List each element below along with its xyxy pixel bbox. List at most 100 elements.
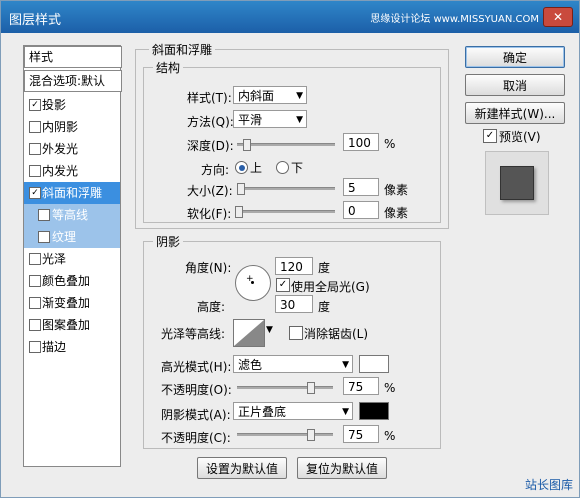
- soften-label: 软化(F):: [187, 207, 232, 221]
- checkbox-icon[interactable]: [29, 297, 41, 309]
- highlight-mode-select[interactable]: 滤色 ▼: [233, 355, 353, 373]
- title-bar[interactable]: 图层样式 思缘设计论坛 www.MISSYUAN.COM ✕: [1, 1, 579, 33]
- checkbox-icon[interactable]: [29, 275, 41, 287]
- style-item-contour[interactable]: 等高线: [24, 204, 120, 226]
- style-select[interactable]: 内斜面 ▼: [233, 86, 307, 104]
- shadow-mode-label: 阴影模式(A):: [161, 408, 231, 422]
- slider-thumb[interactable]: [307, 429, 315, 441]
- size-unit: 像素: [384, 183, 409, 197]
- angle-label: 角度(N):: [185, 261, 232, 275]
- shadow-mode-select[interactable]: 正片叠底 ▼: [233, 402, 353, 420]
- checkbox-icon[interactable]: [29, 253, 41, 265]
- size-field[interactable]: 5: [343, 178, 379, 196]
- blend-options-default[interactable]: 混合选项:默认: [24, 70, 122, 92]
- soften-slider[interactable]: [235, 206, 335, 218]
- direction-down-radio[interactable]: [276, 161, 289, 174]
- shadow-opacity-unit: %: [384, 429, 396, 443]
- structure-title: 结构: [153, 59, 184, 76]
- direction-up-label: 上: [250, 161, 263, 175]
- preview-thumbnail: [500, 166, 534, 200]
- direction-label: 方向:: [201, 163, 230, 177]
- checkbox-icon[interactable]: [38, 231, 50, 243]
- style-item-drop-shadow[interactable]: ✓ 投影: [24, 94, 120, 116]
- depth-unit: %: [384, 137, 396, 151]
- method-select[interactable]: 平滑 ▼: [233, 110, 307, 128]
- chevron-down-icon: ▼: [342, 360, 349, 370]
- checkbox-icon[interactable]: [29, 165, 41, 177]
- preview-checkbox[interactable]: ✓: [483, 129, 497, 143]
- style-item-gradient-overlay[interactable]: 渐变叠加: [24, 292, 120, 314]
- style-item-pattern-overlay[interactable]: 图案叠加: [24, 314, 120, 336]
- slider-thumb[interactable]: [307, 382, 315, 394]
- antialias-checkbox[interactable]: [289, 326, 303, 340]
- ok-button[interactable]: 确定: [465, 46, 565, 68]
- depth-label: 深度(D):: [187, 139, 234, 153]
- slider-thumb[interactable]: [235, 206, 243, 218]
- highlight-opacity-slider[interactable]: [237, 382, 333, 394]
- soften-unit: 像素: [384, 206, 409, 220]
- set-default-button[interactable]: 设置为默认值: [197, 457, 287, 479]
- style-item-bevel-emboss[interactable]: ✓ 斜面和浮雕: [24, 182, 120, 204]
- preview-label: 预览(V): [499, 130, 541, 144]
- cancel-button[interactable]: 取消: [465, 74, 565, 96]
- highlight-opacity-label: 不透明度(O):: [161, 383, 232, 397]
- layer-style-dialog: 图层样式 思缘设计论坛 www.MISSYUAN.COM ✕ 样式 混合选项:默…: [0, 0, 580, 498]
- watermark: 思缘设计论坛 www.MISSYUAN.COM: [370, 14, 539, 25]
- shadow-opacity-label: 不透明度(C):: [161, 431, 231, 445]
- slider-thumb[interactable]: [243, 139, 251, 151]
- shadow-color-swatch[interactable]: [359, 402, 389, 420]
- global-light-label: 使用全局光(G): [291, 280, 370, 294]
- checkbox-icon[interactable]: [29, 341, 41, 353]
- size-slider[interactable]: [237, 183, 335, 195]
- shadow-opacity-field[interactable]: 75: [343, 425, 379, 443]
- depth-field[interactable]: 100: [343, 133, 379, 151]
- gloss-contour-label: 光泽等高线:: [161, 327, 226, 341]
- shading-title: 阴影: [153, 233, 184, 250]
- altitude-label: 高度:: [197, 300, 226, 314]
- style-item-texture[interactable]: 纹理: [24, 226, 120, 248]
- style-item-stroke[interactable]: 描边: [24, 336, 120, 358]
- close-icon[interactable]: ✕: [543, 7, 573, 27]
- checkbox-icon[interactable]: [38, 209, 50, 221]
- angle-unit: 度: [318, 261, 331, 275]
- direction-up-radio[interactable]: [235, 161, 248, 174]
- angle-field[interactable]: 120: [275, 257, 313, 275]
- style-item-inner-glow[interactable]: 内发光: [24, 160, 120, 182]
- method-label: 方法(Q):: [187, 115, 234, 129]
- checkbox-icon[interactable]: ✓: [29, 99, 41, 111]
- highlight-mode-label: 高光模式(H):: [161, 360, 232, 374]
- style-item-satin[interactable]: 光泽: [24, 248, 120, 270]
- gloss-contour-picker[interactable]: [233, 319, 265, 347]
- angle-dial[interactable]: +: [235, 265, 271, 301]
- contour-curve-icon: [234, 320, 264, 346]
- depth-slider[interactable]: [237, 139, 335, 151]
- highlight-opacity-unit: %: [384, 381, 396, 395]
- altitude-unit: 度: [318, 300, 331, 314]
- checkbox-icon[interactable]: [29, 143, 41, 155]
- new-style-button[interactable]: 新建样式(W)...: [465, 102, 565, 124]
- window-title: 图层样式: [9, 13, 62, 28]
- styles-header[interactable]: 样式: [24, 46, 122, 68]
- altitude-field[interactable]: 30: [275, 295, 313, 313]
- highlight-opacity-field[interactable]: 75: [343, 377, 379, 395]
- checkbox-icon[interactable]: [29, 319, 41, 331]
- reset-default-button[interactable]: 复位为默认值: [297, 457, 387, 479]
- style-item-outer-glow[interactable]: 外发光: [24, 138, 120, 160]
- chevron-down-icon: ▼: [296, 115, 303, 125]
- style-preview: [485, 151, 549, 215]
- highlight-color-swatch[interactable]: [359, 355, 389, 373]
- checkbox-icon[interactable]: ✓: [29, 187, 41, 199]
- global-light-checkbox[interactable]: ✓: [276, 278, 290, 292]
- bevel-emboss-title: 斜面和浮雕: [149, 41, 216, 58]
- shadow-opacity-slider[interactable]: [237, 429, 333, 441]
- soften-field[interactable]: 0: [343, 201, 379, 219]
- direction-down-label: 下: [291, 161, 304, 175]
- slider-thumb[interactable]: [237, 183, 245, 195]
- checkbox-icon[interactable]: [29, 121, 41, 133]
- style-label: 样式(T):: [187, 91, 232, 105]
- style-item-inner-shadow[interactable]: 内阴影: [24, 116, 120, 138]
- size-label: 大小(Z):: [187, 184, 233, 198]
- chevron-down-icon: ▼: [296, 91, 303, 101]
- style-item-color-overlay[interactable]: 颜色叠加: [24, 270, 120, 292]
- chevron-down-icon[interactable]: ▼: [266, 325, 273, 335]
